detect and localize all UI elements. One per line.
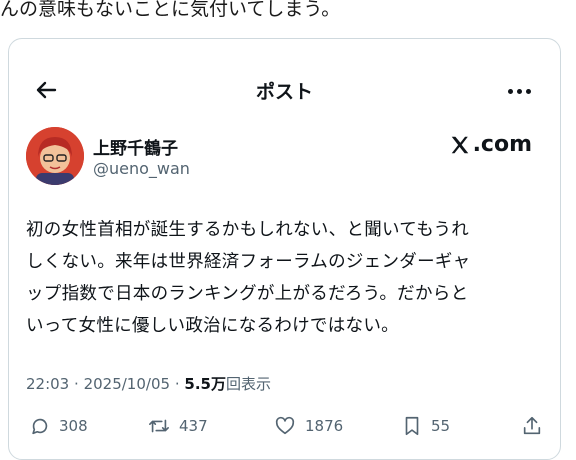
meta-separator: · <box>74 375 79 393</box>
like-button[interactable]: 1876 <box>273 415 343 437</box>
author-name[interactable]: 上野千鶴子 <box>93 134 178 159</box>
like-count: 1876 <box>305 417 344 435</box>
page-title: ポスト <box>255 81 313 103</box>
bookmark-count: 55 <box>431 417 451 435</box>
view-count: 5.5万 <box>184 375 226 393</box>
share-button[interactable] <box>521 415 543 437</box>
post-meta: 22:03 · 2025/10/05 · 5.5万回表示 <box>26 373 271 394</box>
repost-icon <box>149 419 169 433</box>
more-button[interactable] <box>504 81 534 101</box>
repost-count: 437 <box>179 417 208 435</box>
like-icon <box>275 416 295 435</box>
x-com-logo: .com <box>449 132 532 157</box>
reply-count: 308 <box>59 417 88 435</box>
bookmark-icon <box>405 416 419 436</box>
share-icon <box>523 416 541 435</box>
reply-button[interactable]: 308 <box>29 415 88 437</box>
action-bar: 308 437 1876 55 <box>9 409 560 459</box>
author-handle[interactable]: @ueno_wan <box>93 159 190 178</box>
bookmark-button[interactable]: 55 <box>401 415 450 437</box>
avatar[interactable] <box>26 127 84 185</box>
more-icon <box>507 88 531 94</box>
x-logo-icon <box>451 136 468 153</box>
x-com-text: .com <box>472 132 532 157</box>
post-text: 初の女性首相が誕生するかもしれない、と聞いてもうれ しくない。来年は世界経済フォ… <box>26 220 471 336</box>
repost-button[interactable]: 437 <box>147 415 208 437</box>
preceding-text: んの意味もないことに気付いてしまう。 <box>0 0 341 20</box>
meta-separator: · <box>174 375 180 393</box>
post-time[interactable]: 22:03 <box>26 375 69 393</box>
reply-icon <box>32 418 48 435</box>
post-date[interactable]: 2025/10/05 <box>84 375 170 393</box>
post-header: ポスト <box>9 39 560 139</box>
view-label: 回表示 <box>225 375 271 393</box>
post-card: ポスト 上野千鶴子 @ueno_wan .com 初の女性首相が誕生するかもしれ… <box>8 38 561 460</box>
